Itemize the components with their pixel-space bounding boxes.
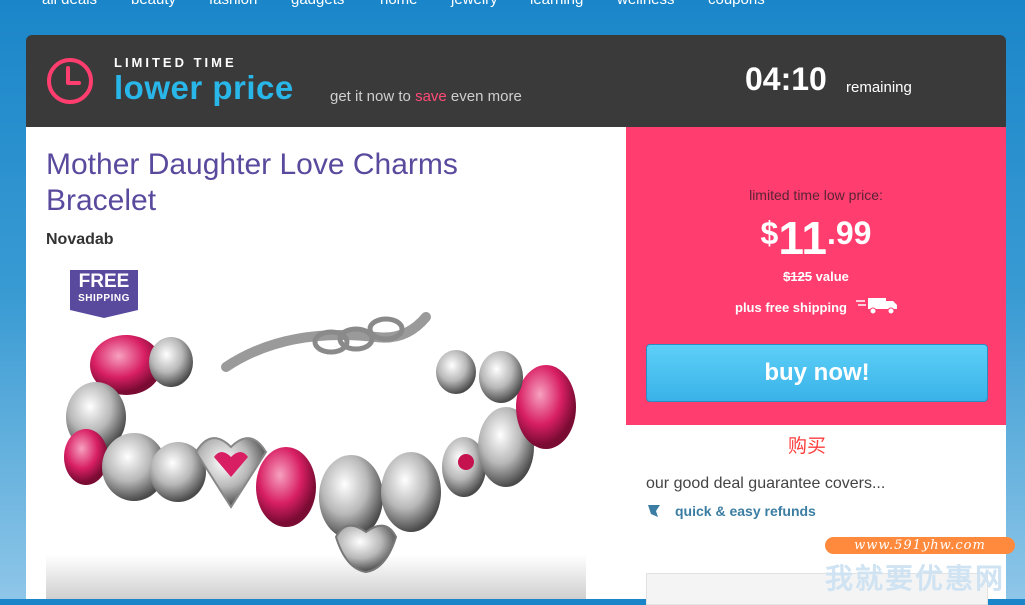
plus-free-shipping: plus free shipping	[735, 300, 847, 315]
nav-beauty[interactable]: beauty	[131, 0, 176, 8]
original-value-suffix: value	[812, 269, 849, 284]
nav-all-deals[interactable]: all deals	[42, 0, 97, 8]
banner-sub-save: save	[415, 88, 447, 105]
product-title: Mother Daughter Love Charms Bracelet	[46, 148, 458, 217]
top-nav: all deals beauty fashion gadgets home je…	[0, 0, 1025, 15]
remaining-label: remaining	[846, 79, 912, 96]
limited-time-label: LIMITED TIME	[114, 55, 237, 70]
nav-home[interactable]: home	[380, 0, 418, 8]
nav-learning[interactable]: learning	[530, 0, 583, 8]
limited-price-label: limited time low price:	[749, 187, 883, 203]
purchase-cn-label: 购买	[788, 435, 827, 457]
watermark-cn: 我就要优惠网	[825, 562, 1006, 595]
free-shipping-line2: SHIPPING	[78, 293, 130, 304]
banner-subtitle: get it now to save even more	[330, 88, 522, 105]
watermark-url: www.591yhw.com	[825, 537, 1015, 554]
nav-wellness[interactable]: wellness	[617, 0, 675, 8]
price-display: $11.99	[626, 211, 1006, 265]
lower-price-title: lower price	[114, 69, 294, 106]
charm-bracelet-image[interactable]	[46, 307, 586, 599]
price-dollars: 11	[778, 212, 827, 264]
price-panel: limited time low price: $11.99 $125 valu…	[626, 127, 1006, 425]
price-cents: .99	[826, 215, 872, 251]
limited-time-banner: LIMITED TIME lower price get it now to s…	[26, 35, 1006, 127]
nav-coupons[interactable]: coupons	[708, 0, 765, 8]
refund-flag-icon	[648, 505, 660, 517]
guarantee-text: our good deal guarantee covers...	[646, 475, 886, 492]
banner-sub-suffix: even more	[446, 88, 522, 105]
nav-jewelry[interactable]: jewelry	[451, 0, 498, 8]
buy-now-button[interactable]: buy now!	[646, 344, 988, 402]
countdown-timer: 04:10	[745, 61, 827, 97]
site-watermark: www.591yhw.com 我就要优惠网	[825, 537, 1023, 595]
truck-icon	[856, 298, 897, 315]
original-value: $125 value	[626, 269, 1006, 284]
original-value-amount: $125	[783, 269, 813, 284]
product-panel: Mother Daughter Love Charms Bracelet Nov…	[26, 127, 626, 599]
quick-refunds-link[interactable]: quick & easy refunds	[675, 503, 816, 519]
nav-fashion[interactable]: fashion	[209, 0, 257, 8]
price-currency: $	[760, 215, 779, 251]
product-brand: Novadab	[46, 231, 114, 248]
nav-gadgets[interactable]: gadgets	[291, 0, 344, 8]
free-shipping-line1: FREE	[78, 271, 130, 292]
clock-icon	[47, 58, 93, 104]
free-shipping-badge: FREE SHIPPING	[70, 270, 138, 318]
banner-sub-prefix: get it now to	[330, 88, 416, 105]
